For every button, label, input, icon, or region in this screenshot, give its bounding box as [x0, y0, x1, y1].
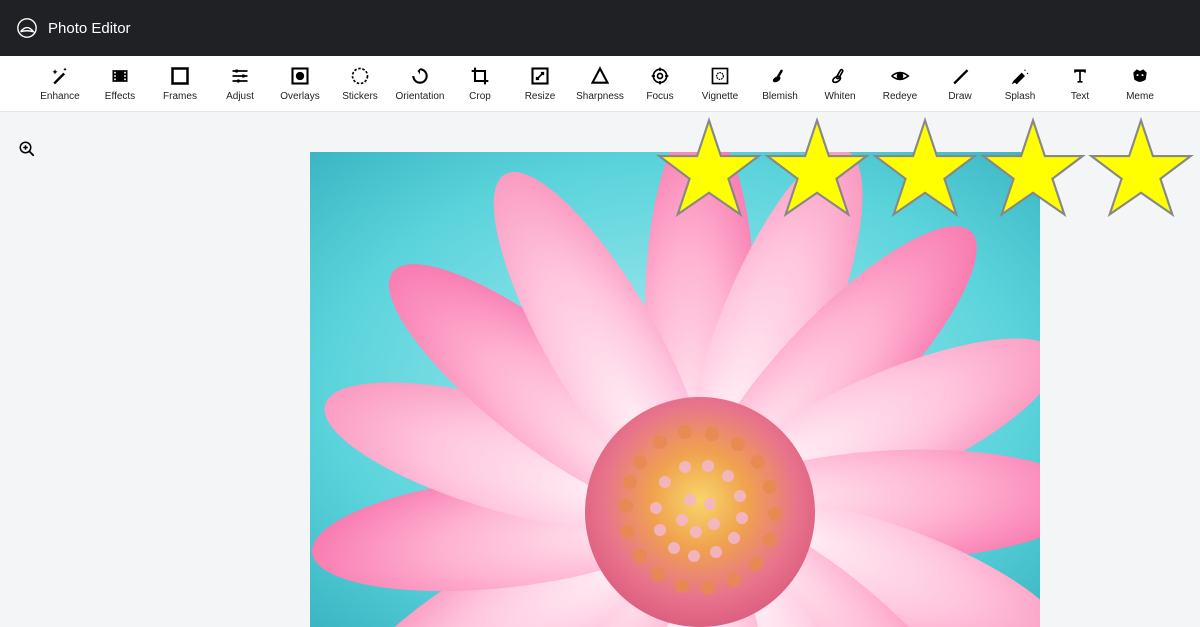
tool-label: Resize: [525, 91, 556, 102]
draw-icon: [949, 65, 971, 87]
crop-icon: [469, 65, 491, 87]
enhance-icon: [49, 65, 71, 87]
tool-label: Overlays: [280, 91, 319, 102]
meme-icon: [1129, 65, 1151, 87]
star-icon: [979, 115, 1087, 219]
tool-label: Redeye: [883, 91, 917, 102]
text-icon: [1069, 65, 1091, 87]
star-icon: [655, 115, 763, 219]
crop-tool[interactable]: Crop: [450, 56, 510, 112]
star-icon: [1087, 115, 1195, 219]
frames-icon: [169, 65, 191, 87]
whiten-tool[interactable]: Whiten: [810, 56, 870, 112]
effects-tool[interactable]: Effects: [90, 56, 150, 112]
resize-icon: [529, 65, 551, 87]
sharpness-icon: [589, 65, 611, 87]
frames-tool[interactable]: Frames: [150, 56, 210, 112]
resize-tool[interactable]: Resize: [510, 56, 570, 112]
tool-label: Effects: [105, 91, 135, 102]
meme-tool[interactable]: Meme: [1110, 56, 1170, 112]
star-icon: [763, 115, 871, 219]
tool-label: Draw: [948, 91, 971, 102]
stickers-tool[interactable]: Stickers: [330, 56, 390, 112]
blemish-icon: [769, 65, 791, 87]
tool-label: Adjust: [226, 91, 254, 102]
draw-tool[interactable]: Draw: [930, 56, 990, 112]
toolbar: Enhance Effects Frames Adjust Overlays S…: [0, 56, 1200, 112]
stickers-icon: [349, 65, 371, 87]
tool-label: Sharpness: [576, 91, 624, 102]
rating-stars: [655, 115, 1195, 219]
tool-label: Vignette: [702, 91, 739, 102]
canvas-image[interactable]: [310, 152, 1040, 627]
focus-tool[interactable]: Focus: [630, 56, 690, 112]
star-icon: [871, 115, 979, 219]
focus-icon: [649, 65, 671, 87]
whiten-icon: [829, 65, 851, 87]
tool-label: Stickers: [342, 91, 378, 102]
overlays-icon: [289, 65, 311, 87]
enhance-tool[interactable]: Enhance: [30, 56, 90, 112]
adjust-icon: [229, 65, 251, 87]
tool-label: Splash: [1005, 91, 1036, 102]
orientation-tool[interactable]: Orientation: [390, 56, 450, 112]
text-tool[interactable]: Text: [1050, 56, 1110, 112]
app-title: Photo Editor: [48, 20, 131, 37]
tool-label: Whiten: [824, 91, 855, 102]
tool-label: Orientation: [396, 91, 445, 102]
redeye-icon: [889, 65, 911, 87]
canvas-area: [0, 112, 1200, 627]
orientation-icon: [409, 65, 431, 87]
effects-icon: [109, 65, 131, 87]
tool-label: Crop: [469, 91, 491, 102]
tool-label: Blemish: [762, 91, 798, 102]
blemish-tool[interactable]: Blemish: [750, 56, 810, 112]
tool-label: Text: [1071, 91, 1089, 102]
tool-label: Focus: [646, 91, 673, 102]
redeye-tool[interactable]: Redeye: [870, 56, 930, 112]
tool-label: Enhance: [40, 91, 79, 102]
vignette-icon: [709, 65, 731, 87]
logo-wrap: Photo Editor: [16, 17, 131, 39]
vignette-tool[interactable]: Vignette: [690, 56, 750, 112]
zoom-tool[interactable]: [18, 140, 36, 163]
zoom-in-icon: [18, 145, 36, 162]
splash-icon: [1009, 65, 1031, 87]
adjust-tool[interactable]: Adjust: [210, 56, 270, 112]
tool-label: Meme: [1126, 91, 1154, 102]
overlays-tool[interactable]: Overlays: [270, 56, 330, 112]
app-header: Photo Editor: [0, 0, 1200, 56]
app-logo-icon: [16, 17, 38, 39]
tool-label: Frames: [163, 91, 197, 102]
sharpness-tool[interactable]: Sharpness: [570, 56, 630, 112]
splash-tool[interactable]: Splash: [990, 56, 1050, 112]
